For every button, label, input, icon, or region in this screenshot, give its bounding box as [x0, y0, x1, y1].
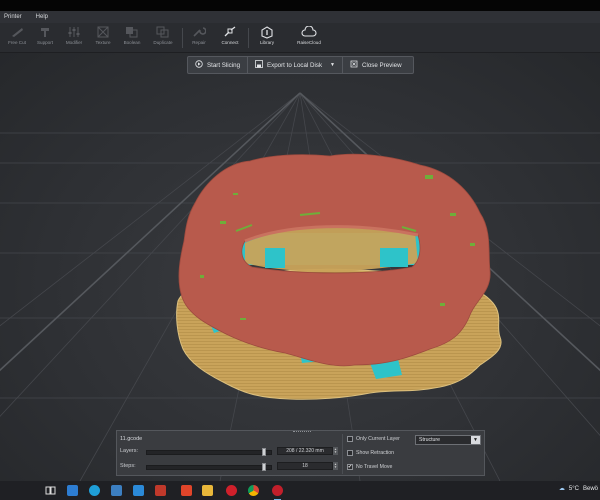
store-icon[interactable] [110, 484, 123, 497]
tool-label: Modifier [65, 40, 83, 45]
steps-stepper[interactable]: ▲ ▼ [333, 462, 338, 470]
menu-printer[interactable]: Printer [4, 14, 22, 20]
ideamaker-icon[interactable] [271, 484, 284, 500]
office-icon[interactable] [180, 484, 193, 497]
support-structure [265, 248, 285, 268]
boolean-icon [124, 25, 140, 39]
weather-icon[interactable]: ☁ [559, 485, 565, 492]
duplicate-icon [155, 25, 171, 39]
tool-label: RaiseCloud [297, 40, 321, 45]
no-travel-move-checkbox[interactable]: ✔ No Travel Move [347, 464, 392, 470]
window-top-strip [0, 0, 600, 11]
task-view-icon[interactable] [44, 484, 57, 497]
weather-temp[interactable]: 5°C [569, 486, 579, 492]
tool-raisecloud[interactable]: RaiseCloud [294, 25, 324, 51]
chrome-icon[interactable] [247, 484, 260, 497]
support-structure [380, 248, 408, 267]
checkbox-box[interactable]: ✔ [347, 464, 353, 470]
tool-modifier[interactable]: Modifier [59, 25, 89, 51]
save-icon [255, 60, 263, 70]
export-label: Export to Local Disk [267, 61, 323, 69]
layers-value[interactable]: 208 / 22.320 mm [277, 447, 333, 455]
tool-label: Repair [192, 40, 206, 45]
toolbar-divider [248, 28, 249, 48]
texture-icon [95, 25, 111, 39]
cloud-icon [301, 25, 317, 39]
menu-help[interactable]: Help [36, 14, 48, 20]
close-preview-button[interactable]: Close Preview [342, 57, 409, 73]
tool-label: Library [259, 40, 275, 45]
weather-text[interactable]: Bewö [583, 486, 598, 492]
knife-icon [9, 25, 25, 39]
panel-drag-handle[interactable] [293, 431, 311, 433]
close-preview-label: Close Preview [362, 61, 402, 69]
start-slicing-button[interactable]: Start Slicing [188, 57, 247, 73]
play-icon [195, 60, 203, 70]
folder-icon[interactable] [201, 484, 214, 497]
chevron-down-icon[interactable]: ▼ [330, 62, 335, 68]
export-button[interactable]: Export to Local Disk ▼ [247, 57, 342, 73]
tool-label: Texture [95, 40, 111, 45]
3d-viewport[interactable] [0, 53, 600, 481]
support-icon [37, 25, 53, 39]
start-slicing-label: Start Slicing [207, 61, 241, 69]
connect-icon [222, 25, 238, 39]
slice-action-bar: Start Slicing Export to Local Disk ▼ Clo… [187, 56, 414, 74]
checkbox-box[interactable] [347, 450, 353, 456]
tool-duplicate[interactable]: Duplicate [148, 25, 178, 51]
no-travel-move-label: No Travel Move [356, 464, 393, 470]
tool-texture[interactable]: Texture [88, 25, 118, 51]
steps-slider[interactable] [146, 463, 272, 471]
tool-label: Support [36, 40, 54, 45]
show-retraction-label: Show Retraction [356, 450, 395, 456]
only-current-layer-label: Only Current Layer [356, 436, 400, 442]
toolbar-divider [182, 28, 183, 48]
tool-library[interactable]: Library [252, 25, 282, 51]
panel-divider [342, 434, 343, 474]
only-current-layer-checkbox[interactable]: Only Current Layer [347, 436, 400, 442]
tool-boolean[interactable]: Boolean [117, 25, 147, 51]
edge-browser-icon[interactable] [88, 484, 101, 497]
tool-connect[interactable]: Connect [215, 25, 245, 51]
tool-label: Connect [221, 40, 239, 45]
tool-label: Duplicate [153, 40, 173, 45]
windows-taskbar: ☁ 5°C Bewö [0, 481, 600, 500]
opera-icon[interactable] [225, 484, 238, 497]
tool-support[interactable]: Support [30, 25, 60, 51]
mail-icon[interactable] [132, 484, 145, 497]
app-icon-red[interactable] [154, 484, 167, 497]
view-mode-select[interactable]: Structure ▼ [415, 435, 481, 445]
steps-value[interactable]: 18 [277, 462, 333, 470]
steps-label: Steps: [120, 463, 136, 469]
preview-control-panel: 11.gcode Layers: 208 / 22.320 mm ▲ ▼ Step… [116, 430, 485, 476]
system-tray: ☁ 5°C Bewö [559, 485, 598, 493]
tool-label: Free Cut [8, 40, 26, 45]
checkbox-box[interactable] [347, 436, 353, 442]
tool-label: Boolean [123, 40, 141, 45]
tool-repair[interactable]: Repair [184, 25, 214, 51]
show-retraction-checkbox[interactable]: Show Retraction [347, 450, 394, 456]
layers-stepper[interactable]: ▲ ▼ [333, 447, 338, 455]
gcode-preview-model[interactable] [0, 53, 600, 481]
layers-slider[interactable] [146, 448, 272, 456]
tool-free-cut[interactable]: Free Cut [2, 25, 32, 51]
close-preview-icon [350, 60, 358, 70]
sliders-icon [66, 25, 82, 39]
wrench-icon [191, 25, 207, 39]
library-icon [259, 25, 275, 39]
gcode-file-name: 11.gcode [120, 436, 143, 442]
steps-slider-thumb[interactable] [262, 463, 267, 471]
toolbar: Free Cut Support Modifier Texture Boolea… [0, 23, 600, 53]
file-explorer-icon[interactable] [66, 484, 79, 497]
chevron-down-icon[interactable]: ▼ [471, 436, 480, 444]
view-mode-value: Structure [419, 437, 441, 443]
layers-label: Layers: [120, 448, 139, 454]
layers-slider-thumb[interactable] [262, 448, 267, 456]
menu-bar: Printer Help [0, 11, 600, 23]
